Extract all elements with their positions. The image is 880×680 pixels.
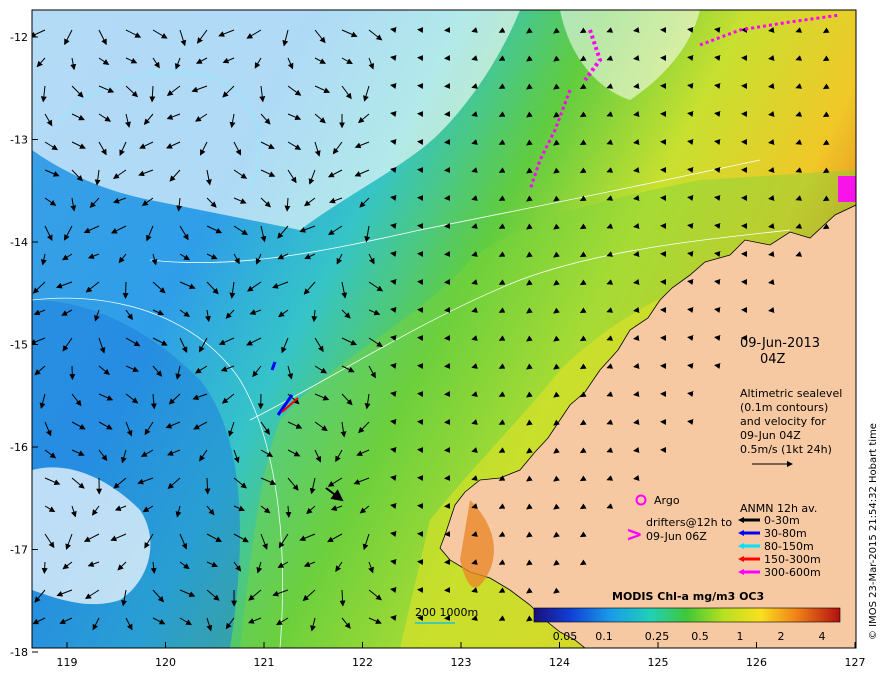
colorbar-tick-label: 4 xyxy=(819,630,826,643)
lon-tick-label: 125 xyxy=(648,656,669,669)
colorbar-ramp xyxy=(533,607,841,623)
drifter-label: drifters@12h to xyxy=(646,516,732,529)
lon-tick-label: 120 xyxy=(155,656,176,669)
anmn-label: 150-300m xyxy=(764,553,821,566)
velocity-arrow xyxy=(687,167,694,173)
lon-tick-label: 126 xyxy=(746,656,767,669)
anmn-label: 0-30m xyxy=(764,514,800,527)
velocity-arrow xyxy=(687,279,694,285)
lat-tick-label: -16 xyxy=(10,441,28,454)
velocity-arrow xyxy=(714,251,721,257)
velocity-arrow xyxy=(714,27,721,33)
map-time: 04Z xyxy=(760,352,786,367)
chlorophyll-map: 119 120 121 122 123 124 125 126 127 -12-13-14-15… xyxy=(10,9,879,669)
colorbar-tick-label: 0.05 xyxy=(553,630,578,643)
argo-label: Argo xyxy=(654,494,680,507)
velocity-arrow xyxy=(714,167,721,173)
colorbar-tick-label: 1 xyxy=(737,630,744,643)
drifter-cluster xyxy=(838,176,856,202)
map-layers xyxy=(32,10,856,648)
velocity-arrow xyxy=(714,223,721,229)
velocity-arrow xyxy=(41,561,48,575)
anmn-label: 30-80m xyxy=(764,527,807,540)
colorbar-tick-label: 2 xyxy=(778,630,785,643)
lon-tick-label: 121 xyxy=(254,656,275,669)
velocity-arrow xyxy=(687,335,694,341)
altimetry-line: 0.5m/s (1kt 24h) xyxy=(740,443,832,456)
altimetry-line: (0.1m contours) xyxy=(740,401,828,414)
velocity-arrow xyxy=(687,419,694,425)
velocity-arrow xyxy=(687,223,694,229)
credit-text: © IMOS 23-Mar-2015 21:54:32 Hobart time xyxy=(868,423,879,640)
colorbar-title: MODIS Chl-a mg/m3 OC3 xyxy=(612,590,764,603)
velocity-arrow xyxy=(687,307,694,313)
velocity-arrow xyxy=(714,335,721,341)
map-date: 09-Jun-2013 xyxy=(740,336,820,351)
altimetry-line: 09-Jun 04Z xyxy=(740,429,801,442)
anmn-label: 80-150m xyxy=(764,540,814,553)
lon-tick-label: 122 xyxy=(352,656,373,669)
velocity-arrow xyxy=(687,111,694,117)
velocity-arrow xyxy=(714,363,721,369)
lon-tick-label: 127 xyxy=(845,656,866,669)
anmn-label: 300-600m xyxy=(764,566,821,579)
drifter-label: 09-Jun 06Z xyxy=(646,530,707,543)
colorbar-tick-label: 0.1 xyxy=(595,630,613,643)
velocity-arrow xyxy=(687,363,694,369)
lon-tick-label: 123 xyxy=(451,656,472,669)
colorbar-tick-label: 0.5 xyxy=(691,630,709,643)
lat-tick-label: -18 xyxy=(10,646,28,659)
velocity-arrow xyxy=(687,139,694,145)
velocity-arrow xyxy=(714,139,721,145)
velocity-arrow xyxy=(687,83,694,89)
lat-tick-label: -14 xyxy=(10,236,28,249)
lat-tick-label: -15 xyxy=(10,339,28,352)
depth-contour-scale-label: 200 1000m xyxy=(415,606,478,619)
colorbar-tick-label: 0.25 xyxy=(645,630,670,643)
velocity-arrow xyxy=(714,55,721,61)
lat-tick-label: -12 xyxy=(10,31,28,44)
altimetry-line: Altimetric sealevel xyxy=(740,387,842,400)
velocity-arrow xyxy=(714,307,721,313)
velocity-arrow xyxy=(687,55,694,61)
velocity-arrow xyxy=(714,195,721,201)
velocity-arrow xyxy=(714,83,721,89)
drifter-marker: > xyxy=(626,522,643,546)
velocity-arrow xyxy=(122,281,129,299)
velocity-arrow xyxy=(714,279,721,285)
velocity-arrow xyxy=(714,111,721,117)
lon-tick-label: 119 xyxy=(57,656,78,669)
velocity-arrow xyxy=(687,251,694,257)
lat-tick-label: -17 xyxy=(10,544,28,557)
velocity-arrow xyxy=(687,27,694,33)
velocity-arrow xyxy=(687,391,694,397)
lon-tick-label: 124 xyxy=(549,656,570,669)
lat-tick-label: -13 xyxy=(10,134,28,147)
altimetry-line: and velocity for xyxy=(740,415,826,428)
velocity-arrow xyxy=(687,195,694,201)
velocity-arrow xyxy=(204,477,211,495)
